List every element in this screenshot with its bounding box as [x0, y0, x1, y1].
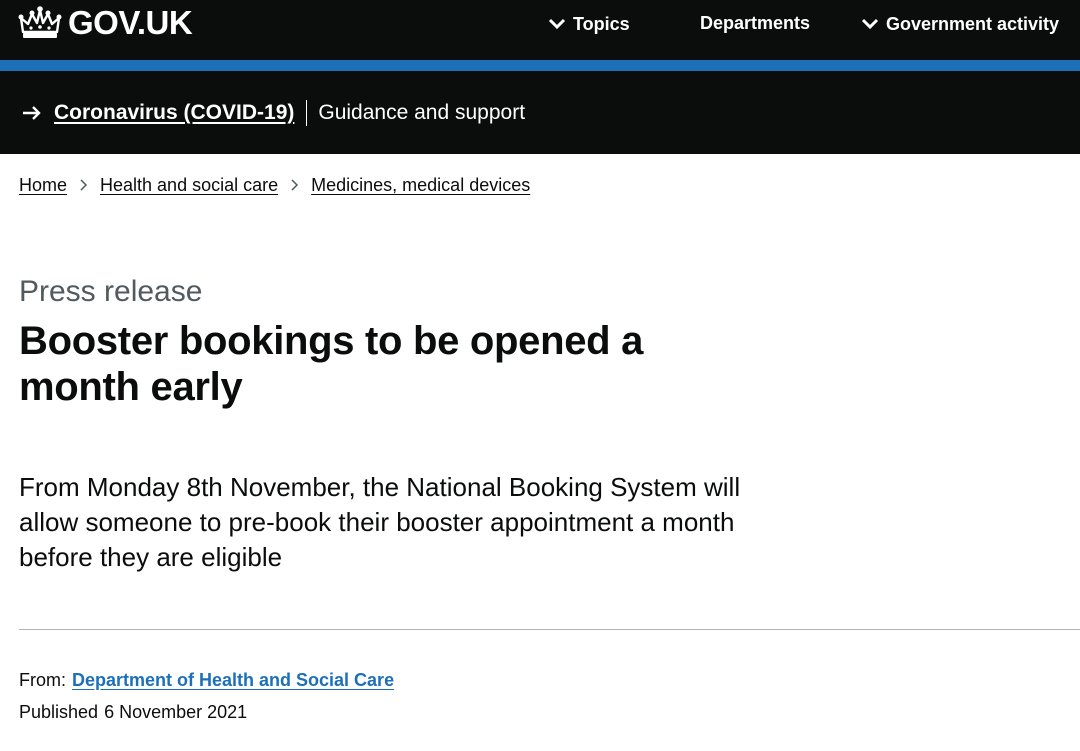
breadcrumb-home[interactable]: Home	[19, 174, 67, 196]
site-header: GOV.UK Topics Departments Government act…	[0, 0, 1080, 60]
crown-icon	[18, 6, 62, 38]
chevron-right-icon	[291, 179, 299, 191]
header-blue-band	[0, 60, 1080, 71]
from-label: From:	[19, 670, 66, 690]
published-label: Published	[19, 702, 99, 722]
nav-departments-label: Departments	[700, 13, 811, 33]
govuk-logo-link[interactable]: GOV.UK	[18, 4, 193, 41]
published-date: 6 November 2021	[104, 702, 248, 722]
nav-topics-label: Topics	[573, 14, 630, 34]
page-title: Booster bookings to be opened a month ea…	[19, 319, 644, 409]
from-organisation-link[interactable]: Department of Health and Social Care	[72, 670, 394, 690]
meta-from: From: Department of Health and Social Car…	[19, 668, 394, 692]
covid-banner: Coronavirus (COVID-19) Guidance and supp…	[0, 71, 1080, 154]
covid-subtitle: Guidance and support	[318, 101, 526, 124]
nav-government-activity-label: Government activity	[886, 14, 1060, 34]
nav-departments[interactable]: Departments	[700, 12, 810, 34]
meta-published: Published 6 November 2021	[19, 700, 247, 724]
breadcrumb-health-social-care[interactable]: Health and social care	[100, 174, 278, 196]
breadcrumb-medicines[interactable]: Medicines, medical devices	[311, 174, 530, 196]
document-type-caption: Press release	[19, 275, 203, 308]
logo-text: GOV.UK	[68, 4, 193, 41]
lede-summary: From Monday 8th November, the National B…	[19, 472, 741, 572]
arrow-right-icon	[23, 106, 41, 120]
chevron-down-icon	[548, 18, 566, 30]
nav-topics[interactable]: Topics	[548, 13, 630, 35]
covid-link[interactable]: Coronavirus (COVID-19)	[54, 99, 294, 127]
chevron-right-icon	[80, 179, 88, 191]
breadcrumb: Home Health and social care Medicines, m…	[19, 174, 530, 196]
section-divider	[19, 629, 1080, 630]
covid-divider	[306, 100, 308, 126]
nav-government-activity[interactable]: Government activity	[861, 13, 1059, 35]
chevron-down-icon	[861, 18, 879, 30]
